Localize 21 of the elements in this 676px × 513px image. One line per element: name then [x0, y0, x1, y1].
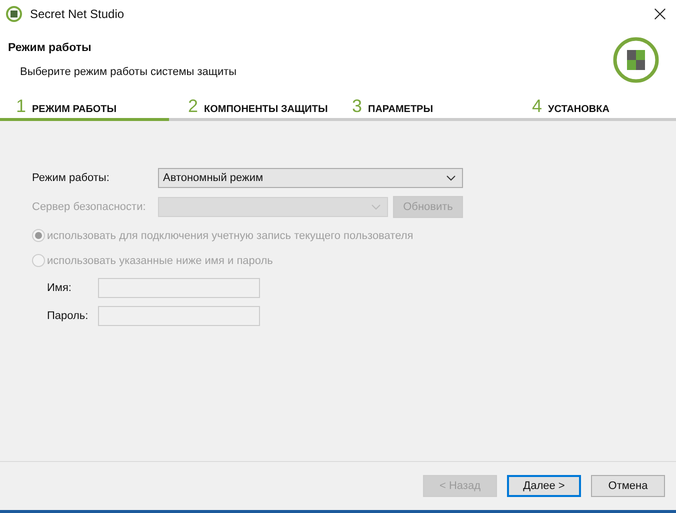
app-icon — [6, 6, 22, 22]
field-label: Пароль: — [47, 310, 90, 322]
close-icon[interactable] — [654, 8, 666, 20]
chevron-down-icon — [371, 204, 381, 210]
chevron-down-icon — [446, 175, 456, 181]
dialog-button[interactable]: Далее > — [507, 475, 581, 497]
wizard-step: 1 РЕЖИМ РАБОТЫ — [0, 96, 168, 116]
wizard-step: 4 УСТАНОВКА — [504, 96, 672, 116]
logo-icon — [612, 36, 660, 84]
mode-dropdown[interactable]: Автономный режим — [158, 168, 463, 188]
field-label: Имя: — [47, 282, 72, 294]
field-label: Сервер безопасности: — [32, 201, 147, 213]
page-subtitle: Выберите режим работы системы защиты — [20, 66, 237, 78]
page-title: Режим работы — [8, 42, 92, 54]
window-title: Secret Net Studio — [30, 7, 126, 21]
radio-label: использовать для подключения учетную запись текущего пользователя — [47, 230, 414, 242]
radio-label: использовать указанные ниже имя и пароль — [47, 254, 273, 266]
dialog-button[interactable]: Отмена — [591, 475, 665, 497]
field-label: Режим работы: — [32, 172, 110, 184]
wizard-step: 3 ПАРАМЕТРЫ — [336, 96, 504, 116]
wizard-step: 2 КОМПОНЕНТЫ ЗАЩИТЫ — [168, 96, 336, 116]
